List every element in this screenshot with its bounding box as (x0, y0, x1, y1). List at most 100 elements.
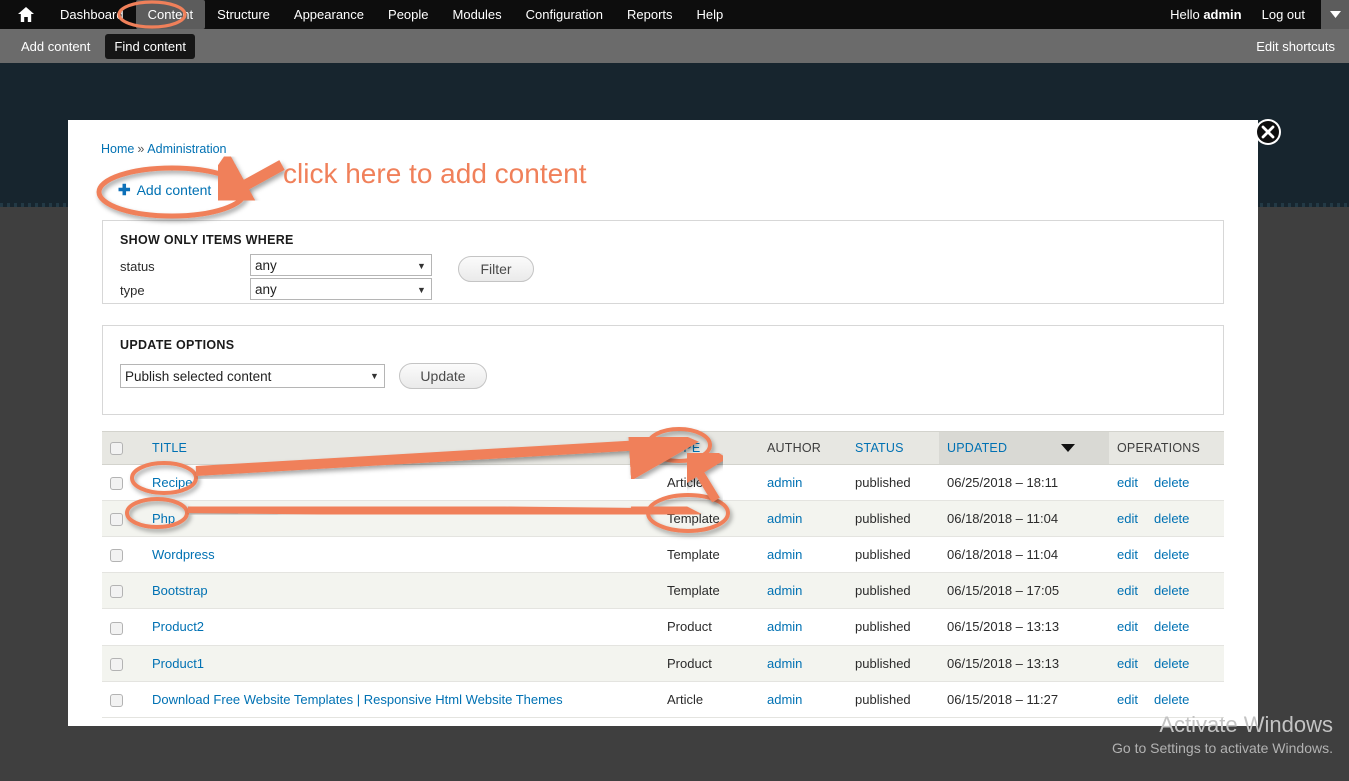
cell-type: Product (659, 645, 759, 682)
content-title-link[interactable]: Download Free Website Templates | Respon… (152, 692, 563, 707)
status-select[interactable]: any (250, 254, 432, 276)
author-link[interactable]: admin (767, 619, 802, 634)
toolbar-item-help[interactable]: Help (685, 0, 736, 29)
cell-updated: 06/18/2018 – 11:04 (939, 536, 1109, 574)
author-link[interactable]: admin (767, 475, 802, 490)
cell-title: Bootstrap (144, 572, 659, 610)
add-content-link[interactable]: ✚ Add content (118, 181, 211, 199)
cell-author: admin (759, 608, 847, 646)
type-select[interactable]: any (250, 278, 432, 300)
cell-type: Product (659, 608, 759, 646)
table-row: Wordpress Template admin published 06/18/201… (102, 536, 1224, 574)
row-checkbox[interactable] (110, 549, 123, 563)
cell-title: Php (144, 500, 659, 538)
greeting-prefix: Hello (1170, 7, 1204, 22)
edit-link[interactable]: edit (1117, 692, 1138, 707)
update-action-select[interactable]: Publish selected content (120, 364, 385, 388)
cell-operations: edit delete (1109, 536, 1224, 574)
update-button[interactable]: Update (399, 363, 487, 389)
home-icon[interactable] (18, 7, 34, 22)
cell-status: published (847, 500, 939, 538)
column-header-type[interactable]: TYPE (659, 430, 759, 466)
toolbar-item-reports[interactable]: Reports (615, 0, 685, 29)
author-link[interactable]: admin (767, 511, 802, 526)
breadcrumb: Home» Administration (101, 142, 227, 156)
toolbar-item-configuration[interactable]: Configuration (514, 0, 615, 29)
filter-button[interactable]: Filter (458, 256, 534, 282)
content-title-link[interactable]: Wordpress (152, 547, 215, 562)
edit-link[interactable]: edit (1117, 547, 1138, 562)
table-row: Recipe Article admin published 06/25/2018 – … (102, 464, 1224, 502)
toolbar-item-structure[interactable]: Structure (205, 0, 282, 29)
cell-status: published (847, 536, 939, 574)
toolbar-item-content[interactable]: Content (135, 0, 206, 29)
chevron-down-icon[interactable] (1321, 0, 1349, 29)
sort-descending-icon (1061, 444, 1075, 453)
edit-link[interactable]: edit (1117, 583, 1138, 598)
content-title-link[interactable]: Product2 (152, 619, 204, 634)
row-checkbox[interactable] (110, 657, 123, 671)
cell-operations: edit delete (1109, 572, 1224, 610)
toolbar-item-appearance[interactable]: Appearance (282, 0, 376, 29)
content-table: TITLE TYPE AUTHOR STATUS UPDATED OPERATI… (102, 430, 1224, 718)
cell-operations: edit delete (1109, 500, 1224, 538)
row-select-cell (102, 572, 144, 610)
delete-link[interactable]: delete (1154, 619, 1189, 634)
edit-link[interactable]: edit (1117, 619, 1138, 634)
shortcut-add-content[interactable]: Add content (12, 34, 99, 59)
author-link[interactable]: admin (767, 656, 802, 671)
username: admin (1203, 7, 1242, 22)
delete-link[interactable]: delete (1154, 475, 1189, 490)
delete-link[interactable]: delete (1154, 656, 1189, 671)
row-checkbox[interactable] (110, 621, 123, 635)
author-link[interactable]: admin (767, 583, 802, 598)
breadcrumb-administration[interactable]: Administration (147, 142, 226, 156)
row-checkbox[interactable] (110, 585, 123, 599)
toolbar-item-people[interactable]: People (376, 0, 440, 29)
column-header-updated[interactable]: UPDATED (939, 430, 1109, 466)
shortcut-find-content[interactable]: Find content (105, 33, 195, 59)
select-all-checkbox[interactable] (110, 442, 123, 456)
watermark-title: Activate Windows (1159, 712, 1333, 737)
cell-updated: 06/18/2018 – 11:04 (939, 500, 1109, 538)
breadcrumb-separator: » (137, 142, 145, 156)
cell-operations: edit delete (1109, 464, 1224, 502)
edit-link[interactable]: edit (1117, 656, 1138, 671)
cell-status: published (847, 645, 939, 682)
delete-link[interactable]: delete (1154, 511, 1189, 526)
cell-type: Template (659, 500, 759, 538)
cell-author: admin (759, 572, 847, 610)
toolbar-item-modules[interactable]: Modules (441, 0, 514, 29)
filter-panel: SHOW ONLY ITEMS WHERE status any ▼ type … (102, 220, 1224, 304)
author-link[interactable]: admin (767, 547, 802, 562)
content-title-link[interactable]: Bootstrap (152, 583, 208, 598)
type-label: type (120, 283, 145, 298)
cell-status: published (847, 608, 939, 646)
edit-link[interactable]: edit (1117, 475, 1138, 490)
row-checkbox[interactable] (110, 693, 123, 707)
close-icon[interactable] (1255, 119, 1281, 145)
edit-link[interactable]: edit (1117, 511, 1138, 526)
toolbar-item-dashboard[interactable]: Dashboard (48, 0, 136, 29)
row-select-cell (102, 536, 144, 574)
delete-link[interactable]: delete (1154, 547, 1189, 562)
column-header-updated-label: UPDATED (947, 441, 1008, 456)
row-select-cell (102, 681, 144, 718)
delete-link[interactable]: delete (1154, 692, 1189, 707)
logout-link[interactable]: Log out (1252, 0, 1315, 29)
column-header-title[interactable]: TITLE (144, 430, 659, 466)
content-title-link[interactable]: Php (152, 511, 175, 526)
content-modal: Home» Administration ✚ Add content SHOW O… (68, 120, 1258, 726)
edit-shortcuts-link[interactable]: Edit shortcuts (1256, 39, 1335, 54)
content-title-link[interactable]: Product1 (152, 656, 204, 671)
content-title-link[interactable]: Recipe (152, 475, 192, 490)
row-checkbox[interactable] (110, 513, 123, 527)
delete-link[interactable]: delete (1154, 583, 1189, 598)
author-link[interactable]: admin (767, 692, 802, 707)
row-checkbox[interactable] (110, 477, 123, 491)
cell-updated: 06/15/2018 – 11:27 (939, 681, 1109, 718)
cell-author: admin (759, 536, 847, 574)
breadcrumb-home[interactable]: Home (101, 142, 134, 156)
cell-status: published (847, 464, 939, 502)
column-header-status[interactable]: STATUS (847, 430, 939, 466)
